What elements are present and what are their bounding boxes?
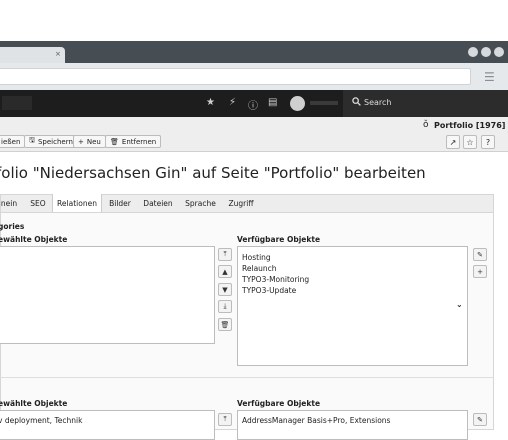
browser-menu-icon[interactable]: ☰ bbox=[484, 70, 495, 84]
trash-icon[interactable]: 🗑 bbox=[218, 318, 232, 331]
star-icon[interactable]: ☆ bbox=[463, 135, 477, 149]
site-logo[interactable] bbox=[2, 96, 32, 110]
selected-items-label: ewählte Objekte bbox=[0, 235, 68, 244]
trash-icon: 🗑 bbox=[110, 137, 119, 146]
close-button-label: ießen bbox=[1, 137, 21, 146]
edit-pencil-icon-2[interactable]: ✎ bbox=[473, 413, 487, 426]
avatar[interactable] bbox=[290, 96, 305, 111]
new-button[interactable]: + Neu bbox=[73, 135, 106, 148]
close-button[interactable]: ießen bbox=[0, 135, 26, 148]
close-icon[interactable]: × bbox=[55, 50, 61, 58]
save-button-label: Speichern bbox=[37, 137, 73, 146]
search-label: Search bbox=[364, 98, 392, 107]
list-item[interactable]: TYPO3-Monitoring bbox=[242, 275, 309, 284]
move-bottom-icon[interactable]: ⤓ bbox=[218, 300, 232, 313]
address-bar[interactable] bbox=[0, 68, 471, 85]
save-icon: 🖫 bbox=[29, 136, 35, 144]
section-divider bbox=[0, 377, 494, 378]
categories-heading: gories bbox=[0, 222, 25, 231]
available-items-label: Verfügbare Objekte bbox=[237, 235, 321, 244]
system-info-icon[interactable]: ▤ bbox=[268, 97, 277, 108]
record-icon: ǒ bbox=[423, 120, 429, 130]
help-button[interactable]: ? bbox=[481, 135, 495, 149]
delete-button[interactable]: 🗑 Entfernen bbox=[105, 135, 162, 148]
minimize-button[interactable] bbox=[468, 47, 478, 57]
save-button[interactable]: 🖫 Speichern bbox=[24, 135, 78, 148]
list-item[interactable]: TYPO3-Update bbox=[242, 286, 296, 295]
tab-access[interactable]: Zugriff bbox=[226, 194, 256, 212]
move-top-icon-2[interactable]: ⤒ bbox=[218, 413, 232, 426]
list-item[interactable]: v deployment, Technik bbox=[0, 416, 82, 425]
selected-items-list-2[interactable] bbox=[0, 410, 215, 440]
tab-language[interactable]: Sprache bbox=[182, 194, 219, 212]
new-button-label: Neu bbox=[86, 137, 101, 146]
chevron-down-icon[interactable]: ⌄ bbox=[456, 300, 463, 309]
browser-tab-strip bbox=[0, 41, 508, 63]
search-icon bbox=[352, 97, 361, 109]
maximize-button[interactable] bbox=[481, 47, 491, 57]
bookmark-star-icon[interactable]: ★ bbox=[206, 97, 215, 108]
available-items-label-2: Verfügbare Objekte bbox=[237, 399, 321, 408]
list-item[interactable]: Hosting bbox=[242, 253, 271, 262]
available-items-list-2[interactable] bbox=[237, 410, 468, 440]
move-top-icon[interactable]: ⤒ bbox=[218, 248, 232, 261]
username-blurred[interactable] bbox=[310, 101, 338, 105]
plus-icon: + bbox=[78, 137, 84, 146]
record-title: Portfolio [1976] bbox=[434, 121, 506, 130]
list-item[interactable]: AddressManager Basis+Pro, Extensions bbox=[242, 416, 390, 425]
selected-items-list[interactable] bbox=[0, 246, 215, 344]
page-title: folio "Niedersachsen Gin" auf Seite "Por… bbox=[0, 164, 426, 182]
tab-images[interactable]: Bilder bbox=[106, 194, 134, 212]
move-down-icon[interactable]: ▼ bbox=[218, 283, 232, 296]
tab-files[interactable]: Dateien bbox=[141, 194, 175, 212]
tab-seo[interactable]: SEO bbox=[27, 194, 49, 212]
delete-button-label: Entfernen bbox=[121, 137, 157, 146]
help-icon[interactable]: ⓘ bbox=[248, 97, 258, 112]
add-plus-icon[interactable]: + bbox=[473, 265, 487, 278]
flash-icon[interactable]: ⚡ bbox=[229, 97, 236, 108]
close-window-button[interactable] bbox=[494, 47, 504, 57]
edit-pencil-icon[interactable]: ✎ bbox=[473, 248, 487, 261]
open-new-window-icon[interactable]: ↗ bbox=[446, 135, 460, 149]
list-item[interactable]: Relaunch bbox=[242, 264, 277, 273]
tab-general[interactable]: nein bbox=[0, 194, 20, 212]
move-up-icon[interactable]: ▲ bbox=[218, 265, 232, 278]
tab-relations[interactable]: Relationen bbox=[52, 194, 102, 212]
selected-items-label-2: ewählte Objekte bbox=[0, 399, 68, 408]
